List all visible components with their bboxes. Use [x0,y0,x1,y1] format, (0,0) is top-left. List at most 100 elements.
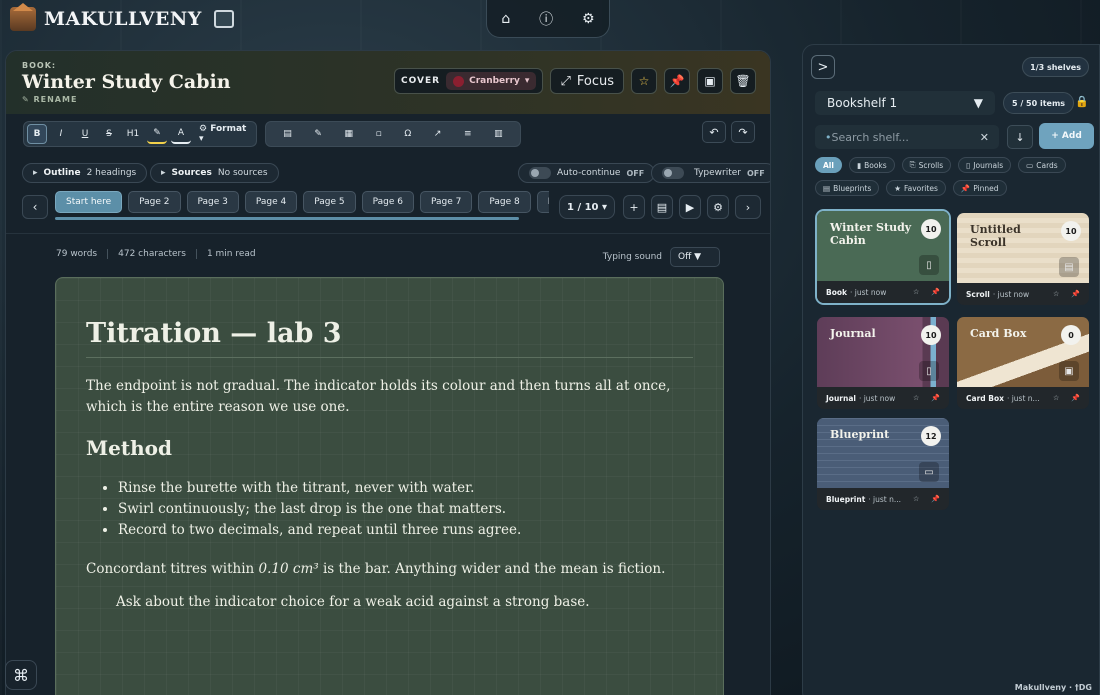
shelf-search-input[interactable]: •Search shelf... ✕ [815,125,999,149]
items-badge: 5 / 50 items [1003,92,1075,114]
link-icon[interactable]: ↗ [434,129,442,139]
pin-button[interactable]: 📌 [664,68,690,94]
filter-chip-all[interactable]: All [815,157,842,173]
expand-icon: ⤢ [560,73,571,89]
app-name: MAKULLVENY [44,8,202,30]
lock-icon[interactable]: 🔒 [1075,95,1089,108]
card-type-icon: ▯ [919,255,939,275]
page-tab[interactable]: Page 9 [536,191,549,213]
pin-icon[interactable]: 📌 [931,495,940,503]
insert-page-icon[interactable]: ▤ [283,129,292,139]
page-tab[interactable]: Page 7 [420,191,473,213]
star-icon[interactable]: ☆ [913,394,919,402]
star-icon[interactable]: ☆ [913,495,919,503]
focus-button[interactable]: ⤢ Focus [550,68,624,94]
info-icon[interactable]: ⓘ [539,9,553,29]
shelf-card[interactable]: Card Box 0 ▣ Card Box · just n... ☆ 📌 [957,317,1089,409]
page-settings-button[interactable]: ⚙ [707,195,729,219]
home-icon[interactable]: ⌂ [501,11,510,27]
add-item-button[interactable]: + Add [1039,123,1094,149]
italic-button[interactable]: I [51,124,71,144]
table-icon[interactable]: ▦ [345,129,354,139]
page-tab[interactable]: Page 6 [361,191,415,213]
card-type-icon: ▣ [1059,361,1079,381]
filter-chip-blueprints[interactable]: ▤ Blueprints [815,180,880,196]
format-menu[interactable]: ⚙ Format ▾ [195,124,253,144]
pages-row: ‹ Start here Page 2 Page 3 Page 4 Page 5 Page… [22,191,761,220]
sort-button[interactable]: ↓ [1007,125,1033,149]
filter-chip-books[interactable]: ▮ Books [848,157,895,173]
star-icon: ☆ [638,74,650,88]
page-tab[interactable]: Page 3 [186,191,239,213]
sources-toggle[interactable]: ▸ Sources No sources [150,163,279,183]
page-tab[interactable]: Page 2 [128,191,181,213]
highlight-button[interactable]: ✎ [147,124,167,144]
outline-toggle[interactable]: ▸ Outline 2 headings [22,163,148,183]
filter-chip-scrolls[interactable]: ⎘ Scrolls [901,157,952,173]
card-footer: Card Box · just n... ☆ 📌 [957,387,1089,409]
card-kind: Book [826,287,848,297]
header-tools: COVER Cranberry ▾ ⤢ Focus ☆ 📌 ▣ 🗑 [394,68,756,94]
shelf-card[interactable]: Untitled Scroll 10 ▤ Scroll · just now ☆ 📌 [957,213,1089,305]
strike-button[interactable]: S [99,124,119,144]
draw-icon[interactable]: ✎ [314,129,322,139]
word-count: 79 words [56,249,98,259]
symbol-icon[interactable]: Ω [404,129,411,139]
page-tab[interactable]: Page 4 [244,191,298,213]
typing-sound-select[interactable]: Off ▼ [670,247,720,267]
card-type-icon: ▭ [919,462,939,482]
shelf-card[interactable]: Blueprint 12 ▭ Blueprint · just n... ☆ 📌 [817,418,949,510]
pin-icon[interactable]: 📌 [1071,290,1080,298]
pin-icon[interactable]: 📌 [931,394,940,402]
shelf-card[interactable]: Winter Study Cabin 10 ▯ Book · just now ☆ 📌 [817,211,949,303]
card-count-badge: 10 [1061,221,1081,241]
page-tab[interactable]: Page 8 [478,191,531,213]
brand: MAKULLVENY [10,3,234,33]
typewriter-toggle[interactable]: Typewriter OFF [651,163,770,183]
shelf-card[interactable]: Journal 10 ▯ Journal · just now ☆ 📌 [817,317,949,409]
star-icon[interactable]: ☆ [1053,394,1059,402]
shelf-select[interactable]: Bookshelf 1 ▼ [815,91,995,115]
auto-continue-toggle[interactable]: Auto-continue OFF [518,163,656,183]
filter-chip-favorites[interactable]: ★ Favorites [886,180,946,196]
command-button[interactable]: ⌘ [5,660,37,690]
cover-select[interactable]: Cranberry ▾ [446,72,537,90]
redo-icon[interactable]: ↷ [731,121,755,143]
gear-icon[interactable]: ⚙ [582,11,595,27]
monitor-icon[interactable] [213,10,234,28]
doc-stats: 79 words 472 characters 1 min read [56,249,256,259]
document-page[interactable]: Titration — lab 3 The endpoint is not gr… [55,277,724,695]
star-icon[interactable]: ☆ [913,288,919,296]
clear-icon[interactable]: ✕ [980,131,989,144]
search-placeholder: •Search shelf... [825,131,909,144]
bold-button[interactable]: B [27,124,47,144]
favorite-button[interactable]: ☆ [631,68,657,94]
star-icon[interactable]: ☆ [1053,290,1059,298]
divider-icon[interactable]: ≡ [464,129,472,139]
heading-button[interactable]: H1 [123,124,143,144]
filter-chip-cards[interactable]: ▭ Cards [1018,157,1066,173]
page-doc-button[interactable]: ▤ [651,195,673,219]
add-page-button[interactable]: + [623,195,645,219]
box-icon[interactable]: ▫ [376,129,382,139]
shelf-panel: > 1/3 shelves Bookshelf 1 ▼ 5 / 50 items… [802,44,1100,695]
filter-chip-pinned[interactable]: 📌 Pinned [952,180,1007,196]
page-tab[interactable]: Start here [55,191,123,213]
text-color-button[interactable]: A [171,124,191,144]
pin-icon[interactable]: 📌 [1071,394,1080,402]
underline-button[interactable]: U [75,124,95,144]
prev-page-button[interactable]: ‹ [22,195,48,219]
next-page-button[interactable]: › [735,195,761,219]
play-button[interactable]: ▶ [679,195,701,219]
rename-button[interactable]: ✎ RENAME [22,95,754,104]
undo-icon[interactable]: ↶ [702,121,726,143]
collapse-button[interactable]: > [811,55,835,79]
archive-button[interactable]: ▣ [697,68,723,94]
outline-label: Outline [43,168,81,178]
delete-button[interactable]: 🗑 [730,68,756,94]
page-tab[interactable]: Page 5 [303,191,356,213]
pin-icon[interactable]: 📌 [931,288,940,296]
image-icon[interactable]: ▥ [494,129,503,139]
filter-chip-journals[interactable]: ▯ Journals [958,157,1012,173]
page-select[interactable]: 1 / 10 ▾ [559,195,615,219]
